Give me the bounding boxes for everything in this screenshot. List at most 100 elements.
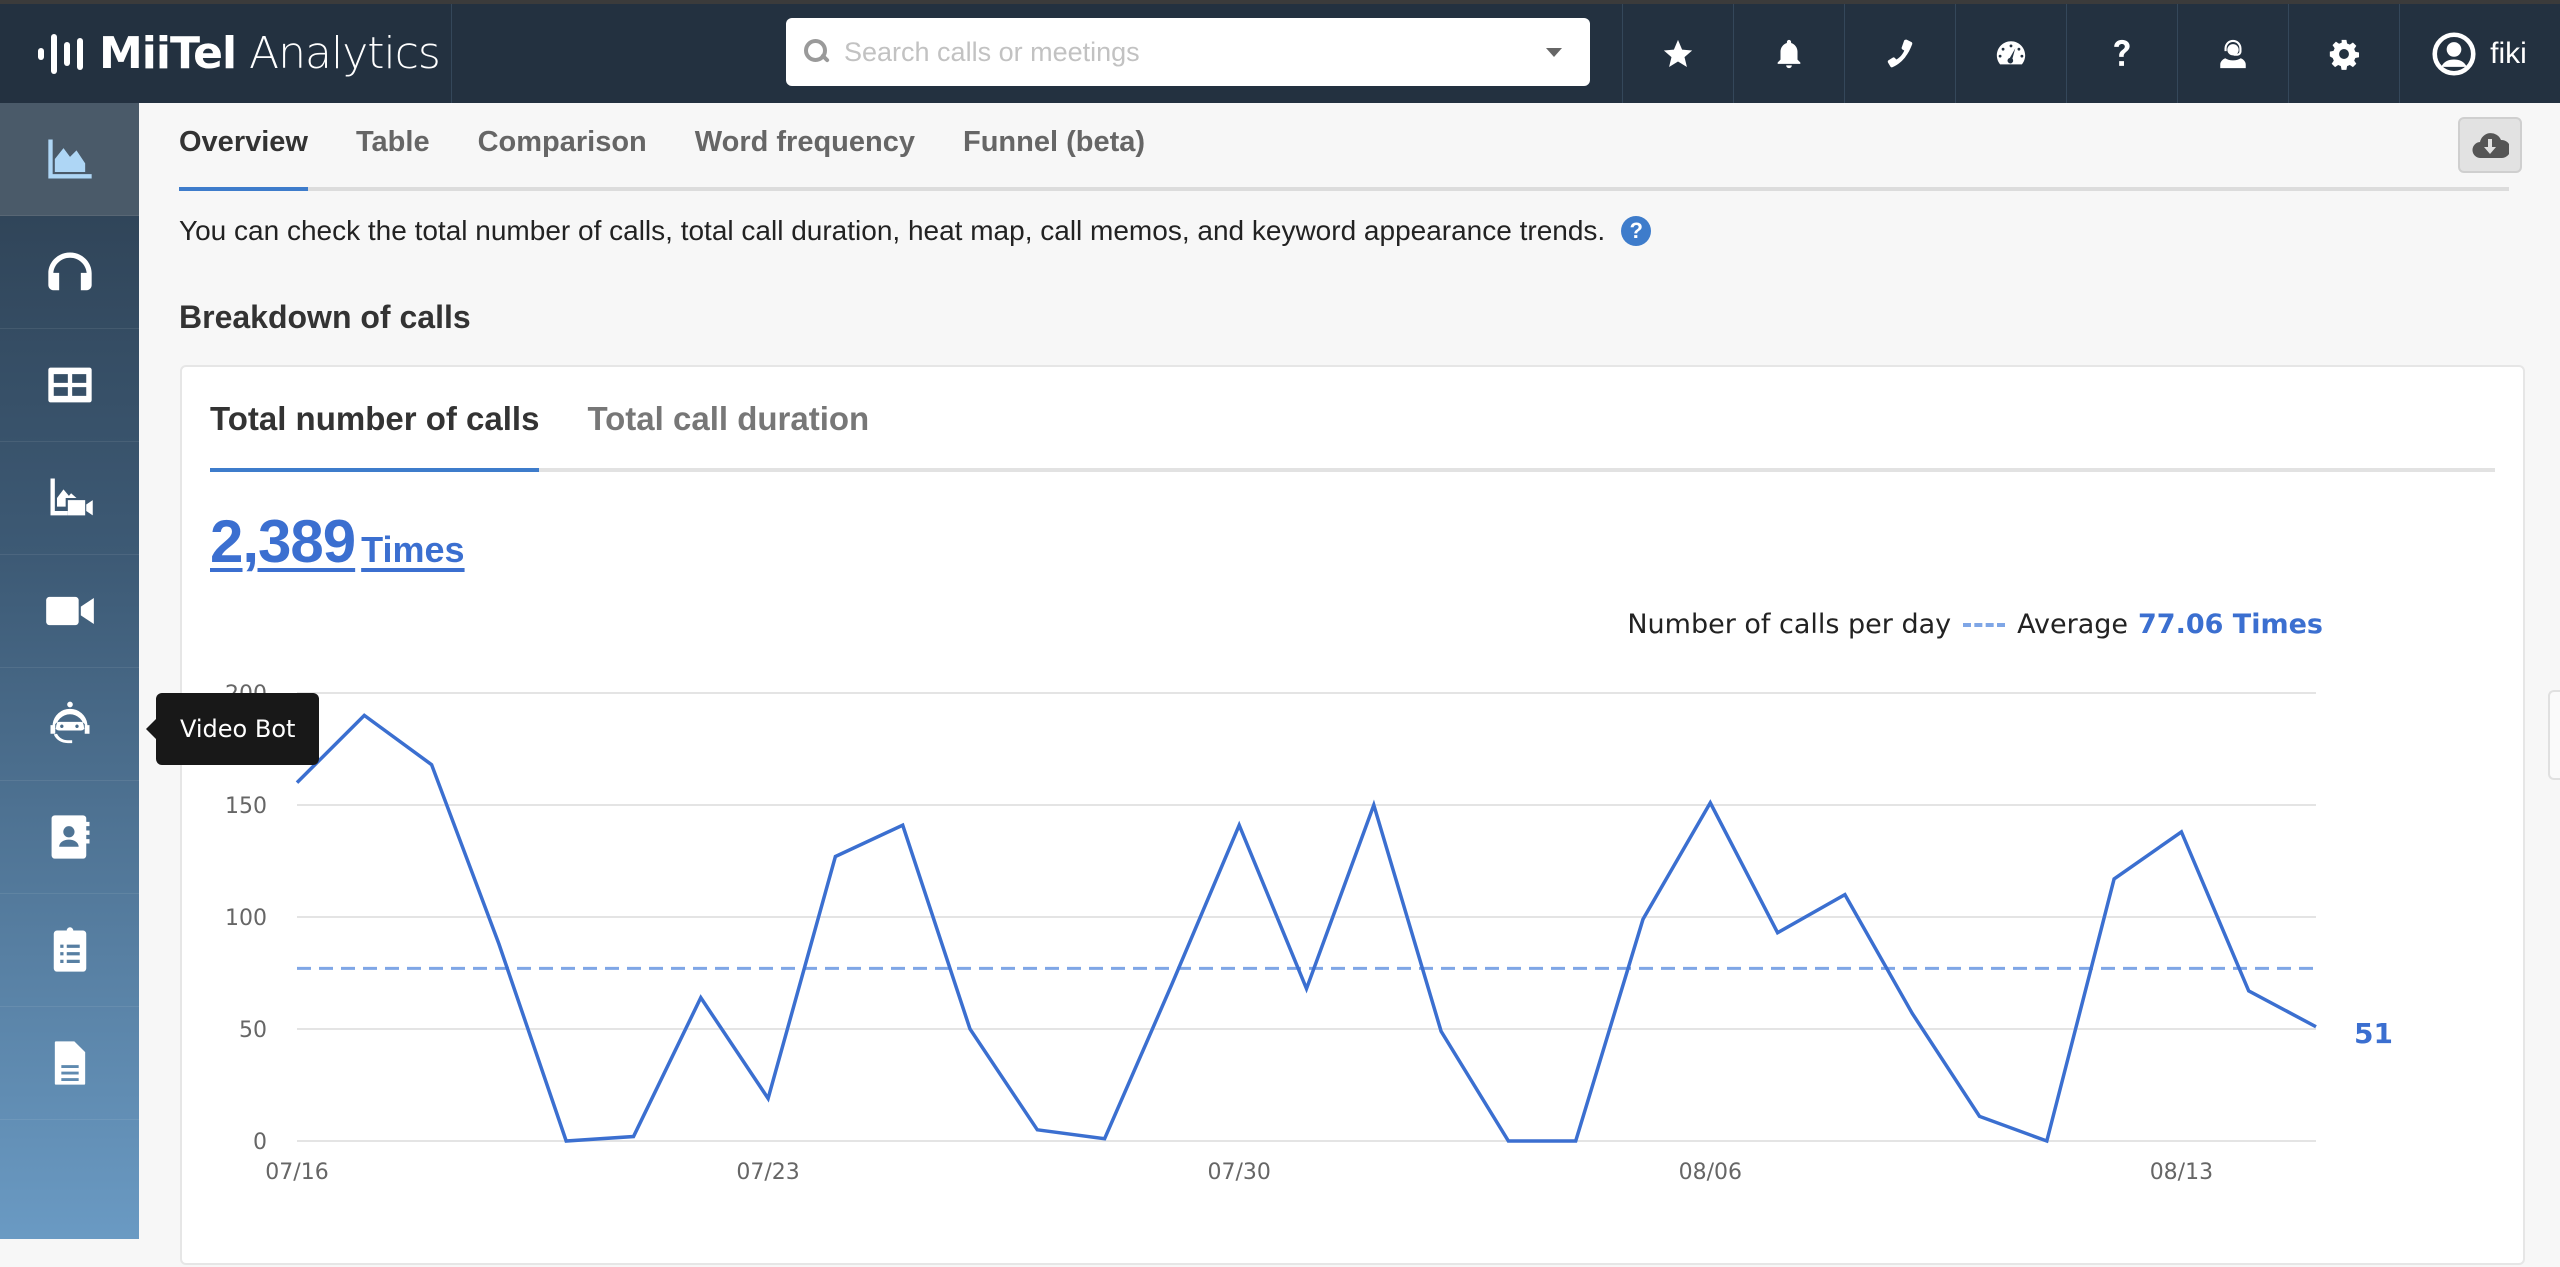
brand-subtitle: Analytics (249, 28, 441, 79)
tab-table[interactable]: Table (356, 126, 430, 187)
page-description: You can check the total number of calls,… (179, 215, 1652, 247)
last-value-label: 51 (2354, 1017, 2393, 1050)
x-tick-label: 08/13 (2150, 1160, 2213, 1185)
help-question-icon[interactable]: ? (1621, 216, 1652, 246)
star-icon (1663, 39, 1693, 67)
favorites-button[interactable] (1622, 4, 1733, 103)
data-point[interactable] (2041, 1135, 2053, 1147)
y-tick-label: 150 (225, 794, 267, 819)
tab-overview[interactable]: Overview (179, 126, 308, 191)
user-name: fiki (2490, 36, 2527, 70)
data-point[interactable] (1502, 1135, 1514, 1147)
help-button[interactable] (2066, 4, 2177, 103)
data-point[interactable] (964, 1023, 976, 1035)
tab-word-frequency[interactable]: Word frequency (695, 126, 915, 187)
calls-breakdown-card: Total number of calls Total call duratio… (180, 365, 2525, 1265)
sidebar-item-contacts[interactable] (0, 781, 139, 894)
sidebar-item-video[interactable] (0, 555, 139, 668)
user-avatar-icon (2432, 31, 2476, 76)
sidebar-tooltip: Video Bot (145, 693, 320, 765)
data-point[interactable] (1099, 1133, 1111, 1145)
brand-name: MiiTel (99, 28, 237, 79)
data-point[interactable] (1435, 1025, 1447, 1037)
tab-comparison[interactable]: Comparison (478, 126, 647, 187)
sidebar-item-table[interactable] (0, 329, 139, 442)
calls-line-chart: 050100150200 07/1607/2307/3008/0608/13 5… (225, 682, 2393, 1185)
data-point[interactable] (1906, 1007, 1918, 1019)
logo-waveform-icon (38, 33, 83, 74)
video-camera-icon (45, 596, 94, 626)
clipboard-list-icon (53, 927, 86, 972)
data-point[interactable] (2310, 1021, 2322, 1033)
support-button[interactable] (2177, 4, 2288, 103)
dashboard-button[interactable] (1955, 4, 2066, 103)
data-point[interactable] (560, 1135, 572, 1147)
x-tick-label: 08/06 (1679, 1160, 1742, 1185)
phone-button[interactable] (1844, 4, 1955, 103)
data-point[interactable] (1031, 1124, 1043, 1136)
top-icon-bar: fiki (1622, 4, 2559, 103)
data-point[interactable] (897, 819, 909, 831)
data-point[interactable] (2243, 985, 2255, 997)
data-point[interactable] (2175, 826, 2187, 838)
main-content: Overview Table Comparison Word frequency… (139, 103, 2560, 1265)
address-book-icon (51, 815, 89, 859)
chart-video-icon (50, 478, 93, 516)
search-dropdown-caret-icon[interactable] (1546, 48, 1562, 57)
data-point[interactable] (291, 777, 303, 789)
data-point[interactable] (695, 992, 707, 1004)
cloud-download-icon (2472, 133, 2509, 159)
y-tick-label: 100 (225, 906, 267, 931)
table-icon (47, 367, 92, 403)
sidebar-item-calls[interactable] (0, 216, 139, 329)
data-point[interactable] (1368, 799, 1380, 811)
dashboard-gauge-icon (1996, 40, 2026, 64)
x-tick-label: 07/30 (1207, 1160, 1270, 1185)
notifications-button[interactable] (1733, 4, 1844, 103)
series-line-calls-per-day (295, 713, 2317, 1144)
phone-icon (1887, 39, 1913, 67)
tab-funnel[interactable]: Funnel (beta) (963, 126, 1145, 187)
sidebar-item-clipboard[interactable] (0, 894, 139, 1007)
data-point[interactable] (358, 709, 370, 721)
data-point[interactable] (426, 759, 438, 771)
app-logo[interactable]: MiiTel Analytics (0, 4, 452, 103)
search-icon (804, 39, 830, 65)
data-point[interactable] (1233, 819, 1245, 831)
area-chart-icon (47, 139, 92, 179)
data-point[interactable] (762, 1092, 774, 1104)
data-point[interactable] (493, 938, 505, 950)
bell-icon (1777, 39, 1801, 68)
data-point[interactable] (1704, 797, 1716, 809)
data-point[interactable] (829, 851, 841, 863)
gear-icon (2329, 39, 2360, 70)
data-point[interactable] (1839, 889, 1851, 901)
sidebar (0, 103, 139, 1239)
sidebar-item-video-bot[interactable] (0, 668, 139, 781)
description-text: You can check the total number of calls,… (179, 215, 1606, 246)
x-tick-label: 07/23 (736, 1160, 799, 1185)
search-input[interactable] (844, 36, 1524, 68)
data-point[interactable] (1974, 1110, 1986, 1122)
y-tick-label: 0 (253, 1130, 267, 1155)
sidebar-item-meeting-analytics[interactable] (0, 442, 139, 555)
document-icon (54, 1041, 85, 1085)
download-button[interactable] (2458, 117, 2522, 173)
section-title: Breakdown of calls (179, 299, 471, 335)
data-point[interactable] (1637, 913, 1649, 925)
sidebar-item-documents[interactable] (0, 1007, 139, 1120)
x-tick-label: 07/16 (265, 1160, 328, 1185)
data-point[interactable] (1301, 983, 1313, 995)
question-icon (2114, 39, 2130, 66)
settings-button[interactable] (2288, 4, 2399, 103)
data-point[interactable] (1570, 1135, 1582, 1147)
data-point[interactable] (628, 1131, 640, 1143)
user-menu[interactable]: fiki (2399, 4, 2559, 103)
data-point[interactable] (1772, 927, 1784, 939)
search-box[interactable] (786, 18, 1590, 86)
side-panel-handle[interactable] (2548, 690, 2560, 780)
headphones-icon (47, 252, 92, 291)
sidebar-item-analytics[interactable] (0, 103, 139, 216)
data-point[interactable] (1166, 978, 1178, 990)
data-point[interactable] (2108, 873, 2120, 885)
